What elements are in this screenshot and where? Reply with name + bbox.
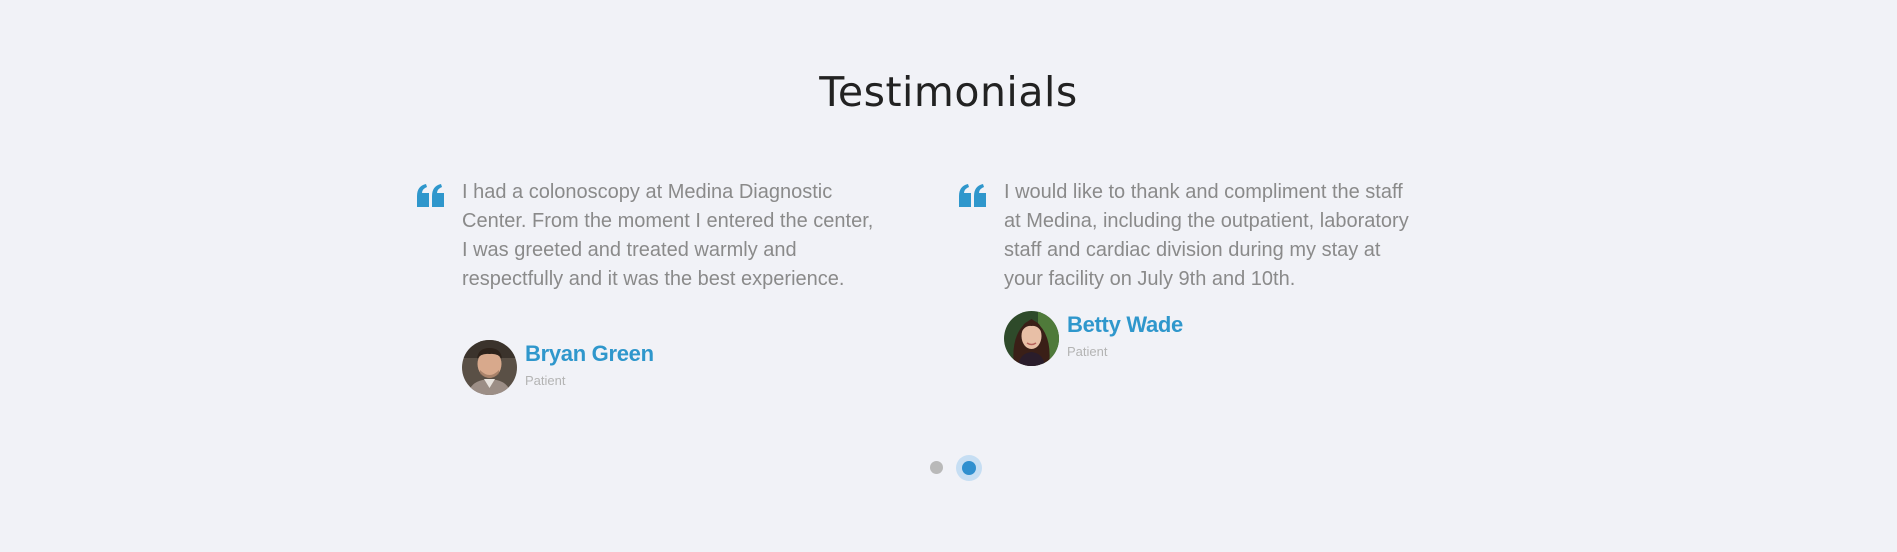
section-title: Testimonials bbox=[819, 68, 1078, 116]
testimonial-quote: I would like to thank and compliment the… bbox=[1004, 181, 1409, 290]
carousel-dot-2-active[interactable] bbox=[956, 455, 982, 481]
avatar bbox=[1004, 311, 1059, 366]
avatar bbox=[462, 340, 517, 395]
quote-icon bbox=[417, 184, 445, 208]
author-role: Patient bbox=[525, 373, 566, 388]
author-name: Bryan Green bbox=[525, 341, 654, 366]
quote-icon bbox=[959, 184, 987, 208]
testimonial-quote: I had a colonoscopy at Medina Diagnostic… bbox=[462, 181, 874, 290]
author-name: Betty Wade bbox=[1067, 312, 1183, 337]
author-role: Patient bbox=[1067, 344, 1108, 359]
carousel-dot-1[interactable] bbox=[930, 461, 943, 474]
carousel-pagination bbox=[928, 455, 982, 481]
